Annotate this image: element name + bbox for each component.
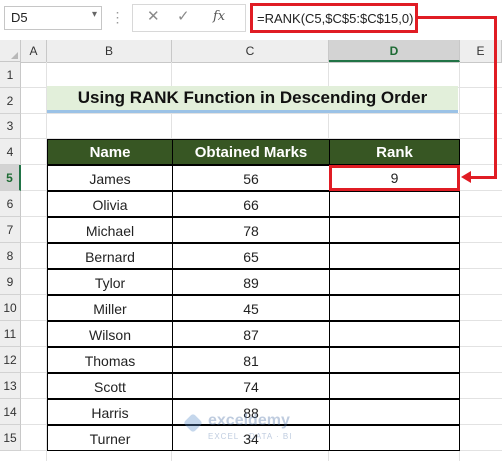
row-header-4[interactable]: 4 [0, 139, 21, 165]
rank-cell[interactable] [329, 243, 460, 269]
rank-cell[interactable] [329, 269, 460, 295]
gridline [21, 113, 502, 114]
rank-cell[interactable] [329, 217, 460, 243]
row-header-3[interactable]: 3 [0, 114, 21, 139]
rank-cell[interactable] [329, 425, 460, 451]
name-box-value: D5 [11, 10, 28, 25]
column-header-a[interactable]: A [21, 40, 47, 62]
select-all-corner[interactable] [0, 40, 21, 62]
table-header-marks: Obtained Marks [172, 139, 330, 165]
drag-handle-icon[interactable]: ⋮ [110, 6, 125, 28]
chevron-down-icon[interactable]: ▾ [92, 9, 97, 20]
table-header-rank: Rank [329, 139, 460, 165]
name-cell[interactable]: Tylor [47, 269, 173, 295]
name-cell[interactable]: James [47, 165, 173, 191]
table-header-name: Name [47, 139, 173, 165]
row-header-15[interactable]: 15 [0, 425, 21, 451]
formula-buttons: ✕ ✓ fx [132, 4, 246, 32]
arrow-connector [494, 16, 497, 179]
name-cell[interactable]: Michael [47, 217, 173, 243]
name-cell[interactable]: Bernard [47, 243, 173, 269]
row-header-8[interactable]: 8 [0, 243, 21, 269]
marks-cell[interactable]: 66 [172, 191, 330, 217]
insert-function-icon[interactable]: fx [213, 9, 225, 24]
row-header-10[interactable]: 10 [0, 295, 21, 321]
marks-cell[interactable]: 78 [172, 217, 330, 243]
rank-cell[interactable] [329, 347, 460, 373]
name-box[interactable]: D5 ▾ [4, 6, 102, 30]
column-header-b[interactable]: B [47, 40, 172, 62]
arrow-connector [418, 16, 497, 19]
name-cell[interactable]: Thomas [47, 347, 173, 373]
marks-cell[interactable]: 45 [172, 295, 330, 321]
row-header-9[interactable]: 9 [0, 269, 21, 295]
name-cell[interactable]: Olivia [47, 191, 173, 217]
row-header-2[interactable]: 2 [0, 88, 21, 114]
name-cell[interactable]: Wilson [47, 321, 173, 347]
rank-cell[interactable] [329, 295, 460, 321]
arrow-connector [470, 176, 497, 179]
row-header-6[interactable]: 6 [0, 191, 21, 217]
row-header-1[interactable]: 1 [0, 62, 21, 88]
watermark-name: exceldemy [208, 412, 290, 429]
rank-cell[interactable] [329, 321, 460, 347]
row-header-7[interactable]: 7 [0, 217, 21, 243]
exceldemy-logo-icon [183, 413, 203, 433]
marks-cell[interactable]: 87 [172, 321, 330, 347]
formula-input[interactable]: =RANK(C5,$C$5:$C$15,0) [250, 3, 418, 33]
marks-cell[interactable]: 56 [172, 165, 330, 191]
name-cell[interactable]: Harris [47, 399, 173, 425]
active-cell-highlight[interactable] [329, 165, 460, 191]
formula-text: =RANK(C5,$C$5:$C$15,0) [257, 11, 414, 26]
row-header-13[interactable]: 13 [0, 373, 21, 399]
row-header-5[interactable]: 5 [0, 165, 21, 191]
row-header-14[interactable]: 14 [0, 399, 21, 425]
select-all-icon [11, 52, 18, 59]
column-header-c[interactable]: C [172, 40, 329, 62]
rank-cell[interactable] [329, 191, 460, 217]
row-header-12[interactable]: 12 [0, 347, 21, 373]
marks-cell[interactable]: 89 [172, 269, 330, 295]
row-header-11[interactable]: 11 [0, 321, 21, 347]
cancel-icon[interactable]: ✕ [147, 7, 160, 25]
sheet-title: Using RANK Function in Descending Order [47, 86, 458, 113]
name-cell[interactable]: Turner [47, 425, 173, 451]
formula-bar: D5 ▾ ⋮ ✕ ✓ fx =RANK(C5,$C$5:$C$15,0) [0, 0, 502, 41]
watermark-tagline: EXCEL · DATA · BI [208, 432, 293, 441]
marks-cell[interactable]: 74 [172, 373, 330, 399]
name-cell[interactable]: Scott [47, 373, 173, 399]
name-cell[interactable]: Miller [47, 295, 173, 321]
column-header-d[interactable]: D [329, 40, 460, 62]
arrow-head-icon [461, 171, 471, 183]
rank-cell[interactable] [329, 399, 460, 425]
rank-cell[interactable] [329, 373, 460, 399]
watermark: exceldemy EXCEL · DATA · BI [183, 412, 336, 446]
marks-cell[interactable]: 81 [172, 347, 330, 373]
confirm-icon[interactable]: ✓ [177, 7, 190, 25]
marks-cell[interactable]: 65 [172, 243, 330, 269]
